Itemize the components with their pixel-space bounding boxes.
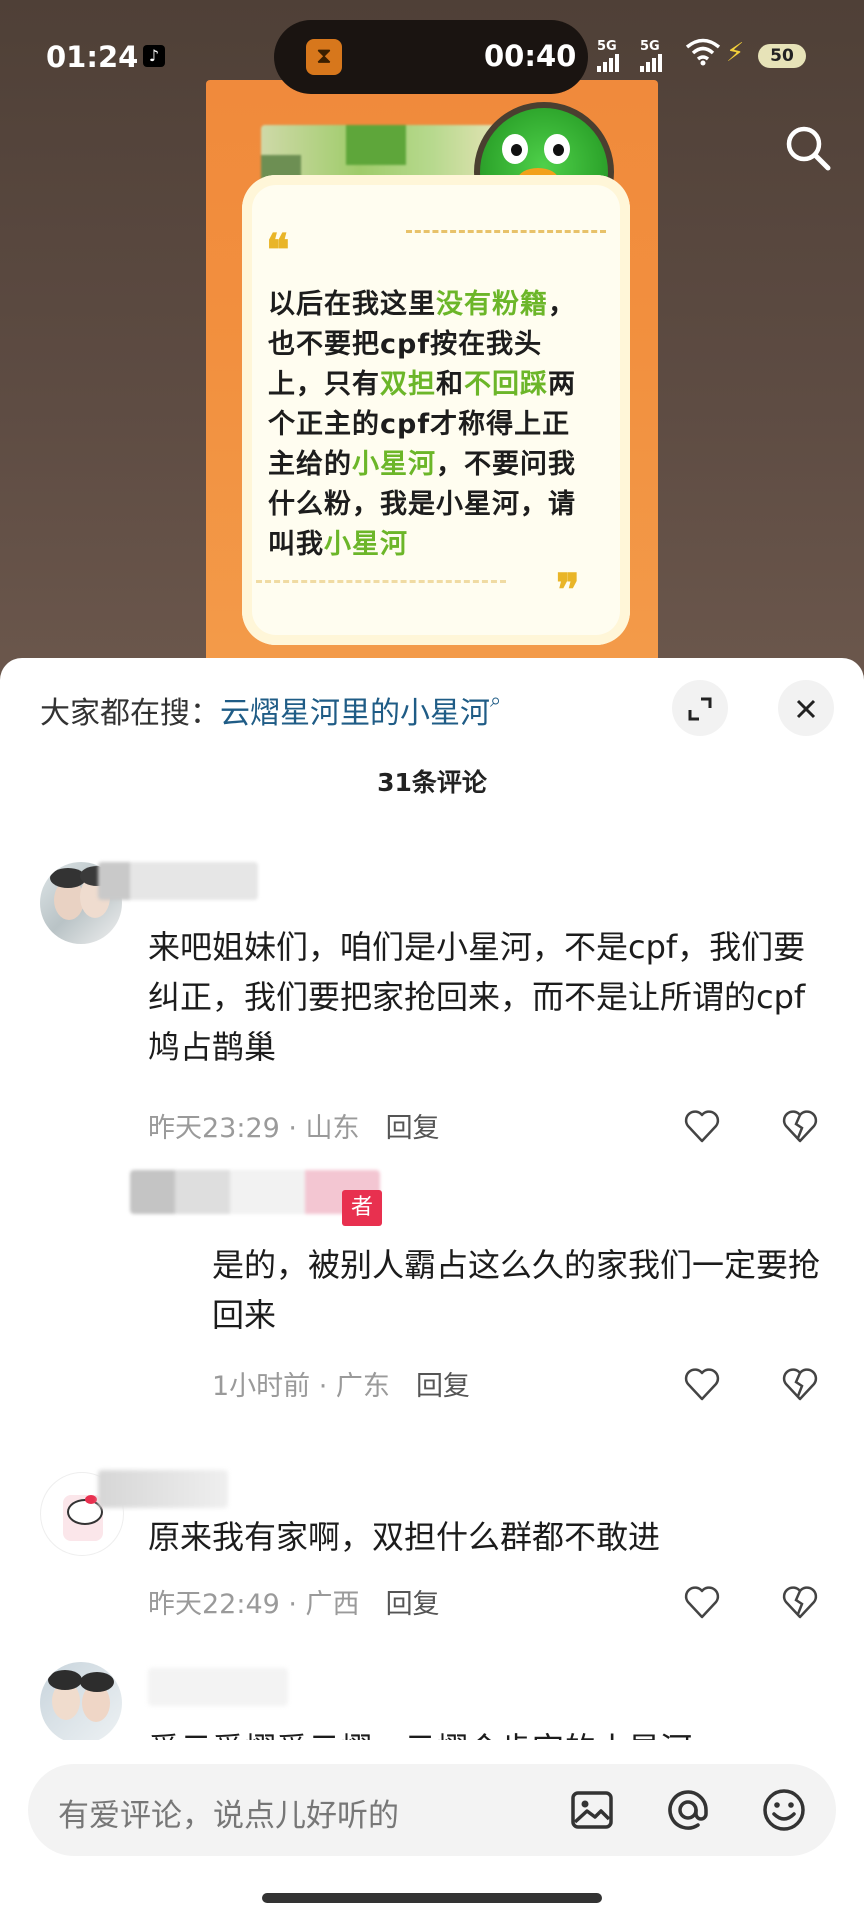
quote-open-icon: ❝: [266, 225, 290, 276]
author-badge: 者: [342, 1190, 382, 1226]
broken-heart-icon[interactable]: [780, 1106, 820, 1146]
poster-segment: 以后在我这里: [268, 289, 436, 320]
comment-meta: 昨天23:29 · 山东 回复: [148, 1113, 440, 1144]
comment-input[interactable]: 有爱评论，说点儿好听的: [28, 1764, 836, 1856]
poster-highlight: 不回踩: [464, 369, 548, 400]
hourglass-icon: ⧗: [306, 39, 342, 75]
home-indicator[interactable]: [262, 1893, 602, 1903]
expand-button[interactable]: [672, 680, 728, 736]
poster-segment: 和: [436, 369, 464, 400]
signal-2: 5G: [640, 40, 664, 72]
blurred-username[interactable]: [98, 1470, 228, 1508]
poster-text: 以后在我这里没有粉籍，也不要把cpf按在我头上，只有双担和不回踩两个正主的cpf…: [268, 285, 598, 565]
poster-highlight: 小星河: [324, 529, 408, 560]
poster-highlight: 没有粉籍: [436, 289, 548, 320]
comment-item: 爱云爱熠爱云熠，云熠会肯定的小星河: [0, 1660, 864, 1740]
tiktok-icon: ♪: [143, 45, 165, 67]
search-keyword[interactable]: 云熠星河里的小星河: [220, 696, 490, 731]
close-button[interactable]: [778, 680, 834, 736]
comment-count: 31条评论: [377, 768, 487, 797]
reply-text: 是的，被别人霸占这么久的家我们一定要抢回来: [212, 1246, 821, 1334]
broken-heart-icon[interactable]: [780, 1582, 820, 1622]
status-bar: 01:24 ♪ ⧗ 00:40 5G 5G ⚡ 50: [0, 0, 864, 110]
comment-text: 原来我有家啊，双担什么群都不敢进: [148, 1518, 661, 1556]
comment-text: 爱云爱熠爱云熠，云熠会肯定的小星河: [148, 1724, 828, 1740]
search-small-icon: ⌕: [490, 688, 502, 712]
blurred-username[interactable]: [148, 1668, 288, 1706]
trending-search[interactable]: 大家都在搜：云熠星河里的小星河⌕: [40, 688, 501, 732]
heart-icon[interactable]: [682, 1106, 722, 1146]
poster-highlight: 双担: [380, 369, 436, 400]
image-icon[interactable]: [568, 1786, 616, 1834]
emoji-icon[interactable]: [760, 1786, 808, 1834]
reply-button[interactable]: 回复: [386, 1113, 440, 1144]
broken-heart-icon[interactable]: [780, 1364, 820, 1404]
reply-meta: 1小时前 · 广东 回复: [212, 1371, 470, 1402]
heart-icon[interactable]: [682, 1364, 722, 1404]
battery-level: 50: [758, 44, 806, 68]
reply-button[interactable]: 回复: [386, 1589, 440, 1620]
charging-icon: ⚡: [726, 38, 745, 68]
dynamic-island[interactable]: ⧗ 00:40: [274, 20, 588, 94]
comment-text: 来吧姐妹们，咱们是小星河，不是cpf，我们要纠正，我们要把家抢回来，而不是让所谓…: [148, 928, 806, 1066]
signal-1: 5G: [597, 40, 621, 72]
timer-value: 00:40: [484, 39, 577, 73]
heart-icon[interactable]: [682, 1582, 722, 1622]
search-icon[interactable]: [780, 120, 836, 176]
wifi-icon: [685, 38, 721, 66]
blurred-username[interactable]: [98, 862, 258, 900]
poster-image: ❝ 以后在我这里没有粉籍，也不要把cpf按在我头上，只有双担和不回踩两个正主的c…: [206, 80, 658, 680]
avatar[interactable]: [40, 1662, 122, 1740]
quote-close-icon: ❞: [556, 565, 580, 616]
expand-icon: [688, 697, 712, 720]
reply-button[interactable]: 回复: [416, 1371, 470, 1402]
close-icon: [796, 699, 816, 718]
at-icon[interactable]: [664, 1786, 712, 1834]
comment-input-placeholder: 有爱评论，说点儿好听的: [58, 1798, 399, 1834]
comment-meta: 昨天22:49 · 广西 回复: [148, 1589, 440, 1620]
poster-highlight: 小星河: [352, 449, 436, 480]
clock: 01:24: [46, 40, 139, 74]
